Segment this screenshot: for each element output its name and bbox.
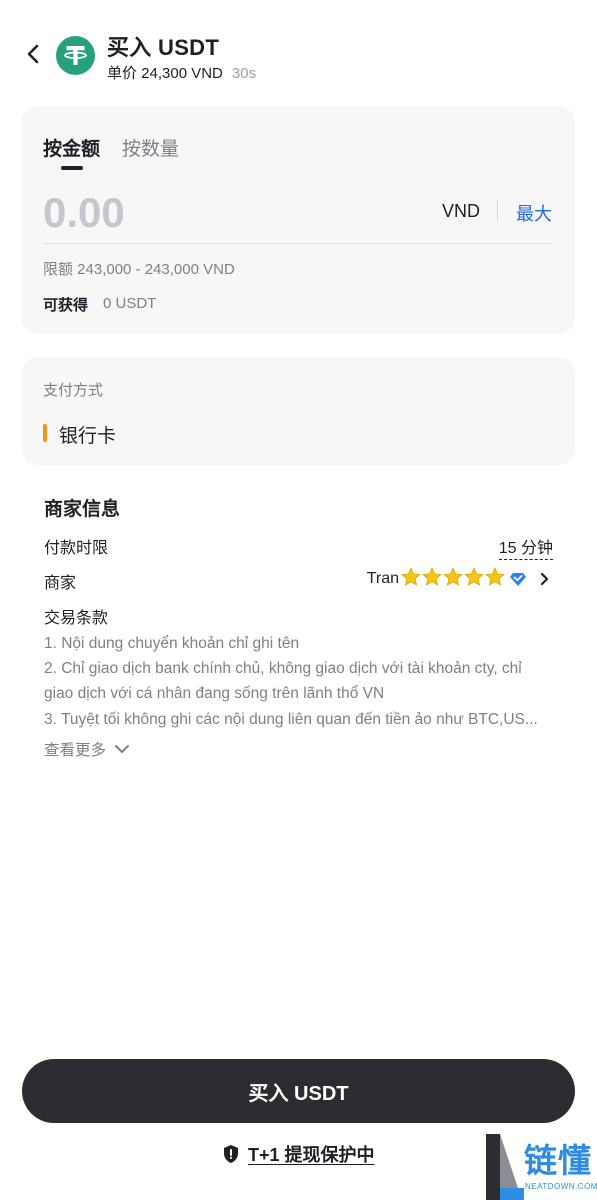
merchant-rating: [400, 566, 505, 593]
trade-terms-label: 交易条款: [44, 610, 109, 627]
receive-label: 可获得: [43, 297, 89, 314]
limit-text: 限额 243,000 - 243,000 VND: [43, 261, 235, 278]
shield-icon: [224, 1145, 238, 1163]
active-tab-indicator: [61, 166, 83, 170]
chevron-down-icon: [115, 745, 130, 753]
currency-divider: [497, 199, 498, 221]
merchant-profile-link[interactable]: Tran: [366, 566, 553, 593]
trade-terms-line: 2. Chỉ giao dịch bank chính chủ, không g…: [44, 660, 522, 677]
input-underline: [43, 243, 553, 244]
page-title: 买入 USDT: [107, 35, 220, 60]
trade-terms-line: giao dịch với cá nhân đang sống trên lãn…: [44, 685, 385, 702]
rating-star-icon: [400, 566, 422, 588]
payment-method-color-bar: [43, 424, 47, 442]
payment-time-value: 15 分钟: [498, 534, 553, 560]
merchant-info-heading: 商家信息: [44, 499, 121, 520]
show-more-button[interactable]: 查看更多: [44, 738, 130, 760]
trade-terms-line: 1. Nội dung chuyển khoản chỉ ghi tên: [44, 635, 300, 652]
watermark-logo: 链懂 NEATDOWN.COM: [484, 1130, 597, 1200]
watermark-text: 链懂: [524, 1142, 592, 1179]
rating-star-icon: [421, 566, 443, 588]
rating-star-icon: [442, 566, 464, 588]
payment-method-card: 支付方式 银行卡: [22, 357, 575, 465]
withdrawal-protection-link[interactable]: T+1 提现保护中: [222, 1142, 375, 1166]
refresh-timer: 30s: [231, 65, 257, 82]
tab-by-amount[interactable]: 按金额: [43, 134, 100, 161]
withdrawal-protection-text: T+1 提现保护中: [248, 1145, 375, 1165]
verified-diamond-icon: [509, 570, 527, 588]
trade-terms-line: 3. Tuyệt tối không ghi các nội dung liên…: [44, 711, 538, 728]
usdt-logo-icon: [56, 36, 95, 75]
watermark-subtext: NEATDOWN.COM: [525, 1182, 597, 1191]
amount-card: 按金额 按数量 VND 最大 限额 243,000 - 243,000 VND …: [22, 106, 575, 334]
payment-method-label: 支付方式: [43, 382, 104, 399]
max-button[interactable]: 最大: [516, 200, 552, 226]
merchant-name: Tran: [366, 570, 399, 587]
show-more-label: 查看更多: [44, 742, 107, 759]
back-arrow-icon[interactable]: [22, 40, 46, 68]
rating-star-icon: [463, 566, 485, 588]
tab-by-quantity[interactable]: 按数量: [122, 134, 179, 161]
unit-price-text: 单价 24,300 VND: [107, 65, 223, 82]
watermark-mark-icon: [486, 1134, 524, 1200]
rating-star-icon: [484, 566, 506, 588]
currency-label: VND: [442, 201, 481, 221]
buy-usdt-button[interactable]: 买入 USDT: [22, 1059, 575, 1123]
page-header: 买入 USDT 单价 24,300 VND 30s: [0, 28, 597, 84]
receive-value: 0 USDT: [103, 295, 157, 312]
amount-input[interactable]: [43, 190, 403, 236]
payment-method-name: 银行卡: [59, 426, 117, 447]
payment-time-label: 付款时限: [44, 540, 109, 557]
unit-price: 单价 24,300 VND 30s: [107, 62, 256, 83]
chevron-right-icon: [537, 570, 553, 588]
merchant-label: 商家: [44, 575, 77, 592]
